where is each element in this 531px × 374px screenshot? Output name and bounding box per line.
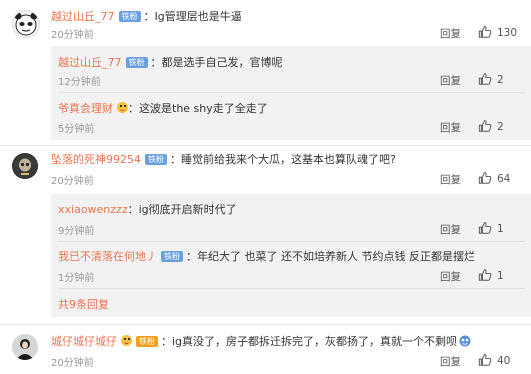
comment-time: 20分钟前	[51, 358, 94, 369]
username-link[interactable]: 城仔城仔城仔	[51, 335, 117, 348]
thumbs-up-icon	[478, 25, 492, 39]
like-count: 40	[497, 355, 511, 367]
reply-header: 爷真会理财 ：这波是the shy走了全走了	[58, 100, 268, 116]
reply-header: 越过山丘_77 铁粉 ：都是选手自己发，官博呢	[58, 54, 283, 70]
like-count: 64	[497, 173, 511, 185]
fan-badge: 铁粉	[136, 336, 158, 347]
username-link[interactable]: 坠落的死神99254	[51, 153, 141, 166]
comment-text: ：睡觉前给我来个大瓜，这基本也算队魂了吧?	[170, 153, 396, 166]
comment-text: ：ig真没了，房子都拆迁拆完了，灰都扬了，真就一个不剩呗	[161, 335, 458, 348]
thumbs-up-icon	[478, 119, 492, 133]
thumbs-up-icon	[478, 171, 492, 185]
reply-button[interactable]: 回复	[440, 222, 461, 237]
divider	[0, 145, 531, 146]
username-link[interactable]: 越过山丘_77	[58, 56, 122, 69]
reply-button[interactable]: 回复	[440, 354, 461, 369]
person-avatar-icon	[12, 334, 38, 360]
comment-header: 越过山丘_77 铁粉 ：Ig管理层也是牛逼	[51, 8, 242, 24]
reply-button[interactable]: 回复	[440, 269, 461, 284]
comment-header: 城仔城仔城仔 铁粉 ：ig真没了，房子都拆迁拆完了，灰都扬了，真就一个不剩呗	[51, 333, 472, 349]
username-link[interactable]: 爷真会理财	[58, 102, 113, 115]
fan-badge: 铁粉	[145, 154, 167, 165]
avatar[interactable]	[12, 334, 38, 360]
comment-text: ：Ig管理层也是牛逼	[143, 10, 242, 23]
comment-header: 坠落的死神99254 铁粉 ：睡觉前给我来个大瓜，这基本也算队魂了吧?	[51, 151, 396, 167]
divider	[58, 288, 525, 289]
like-button[interactable]: 130	[478, 25, 517, 39]
reply-text: ：ig彻底开启新时代了	[127, 203, 237, 216]
thumbs-up-icon	[478, 268, 492, 282]
username-link[interactable]: 越过山丘_77	[51, 10, 115, 23]
reply-button[interactable]: 回复	[440, 73, 461, 88]
reply-time: 5分钟前	[58, 124, 95, 135]
smile-emoji-icon	[121, 335, 132, 346]
fan-badge: 铁粉	[161, 251, 183, 262]
like-button[interactable]: 1	[478, 221, 504, 235]
thumbs-up-icon	[478, 221, 492, 235]
reply-button[interactable]: 回复	[440, 120, 461, 135]
divider	[58, 92, 525, 93]
reply-time: 12分钟前	[58, 77, 101, 88]
fan-badge: 铁粉	[125, 57, 148, 68]
like-count: 1	[497, 270, 504, 282]
thumbs-up-icon	[478, 353, 492, 367]
divider	[58, 241, 525, 242]
reply-header: 我已不清落在何地丿 铁粉 ：年纪大了 也菜了 还不如培养新人 节约点钱 反正都是摆烂	[58, 248, 475, 264]
reply-button[interactable]: 回复	[440, 26, 461, 41]
like-button[interactable]: 2	[478, 119, 504, 133]
reply-text: ：这波是the shy走了全走了	[128, 102, 268, 115]
reply-text: ：都是选手自己发，官博呢	[150, 56, 283, 69]
reply-button[interactable]: 回复	[440, 172, 461, 187]
reply-time: 9分钟前	[58, 226, 95, 237]
reply-text: ：年纪大了 也菜了 还不如培养新人 节约点钱 反正都是摆烂	[186, 250, 475, 263]
dizzy-emoji-icon	[459, 335, 471, 347]
like-count: 2	[497, 74, 504, 86]
skull-avatar-icon	[13, 154, 37, 178]
smile-emoji-icon	[117, 102, 128, 113]
like-button[interactable]: 2	[478, 72, 504, 86]
like-count: 130	[497, 27, 518, 39]
like-button[interactable]: 1	[478, 268, 504, 282]
like-button[interactable]: 64	[478, 171, 510, 185]
like-count: 2	[497, 121, 504, 133]
like-count: 1	[497, 223, 504, 235]
panda-avatar-icon	[14, 12, 38, 36]
comment-time: 20分钟前	[51, 176, 94, 187]
divider	[0, 324, 531, 325]
more-replies-link[interactable]: 共9条回复	[58, 296, 109, 312]
thumbs-up-icon	[478, 72, 492, 86]
username-link[interactable]: 我已不清落在何地丿	[58, 250, 157, 263]
fan-badge: 铁粉	[118, 11, 141, 22]
comment-time: 20分钟前	[51, 30, 94, 41]
like-button[interactable]: 40	[478, 353, 510, 367]
avatar[interactable]	[12, 153, 38, 179]
reply-header: xxiaowenzzz：ig彻底开启新时代了	[58, 201, 237, 217]
reply-time: 1分钟前	[58, 273, 95, 284]
avatar[interactable]	[12, 10, 40, 38]
username-link[interactable]: xxiaowenzzz	[58, 203, 128, 216]
